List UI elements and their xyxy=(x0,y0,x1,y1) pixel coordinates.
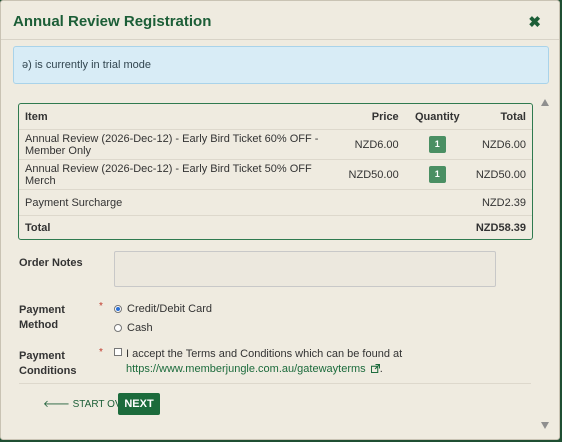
payment-option-label: Cash xyxy=(127,322,153,334)
trial-mode-alert: ə) is currently in trial mode xyxy=(13,46,549,84)
item-price: NZD50.00 xyxy=(335,159,405,190)
footer-divider xyxy=(19,383,531,384)
order-notes-row: Order Notes xyxy=(19,251,537,291)
item-name: Annual Review (2026-Dec-12) - Early Bird… xyxy=(19,159,336,190)
surcharge-label: Payment Surcharge xyxy=(19,189,336,216)
terms-text: I accept the Terms and Conditions which … xyxy=(126,348,403,375)
payment-option-card[interactable]: Credit/Debit Card xyxy=(114,303,212,315)
column-header-total: Total xyxy=(500,110,526,123)
modal-body: Item Price Quantity Total Annual Review … xyxy=(13,93,537,433)
table-header-row: Item Price Quantity Total xyxy=(19,104,532,130)
registration-modal: Annual Review Registration ✖ ə) is curre… xyxy=(0,0,560,440)
item-total: NZD6.00 xyxy=(469,129,532,160)
payment-conditions-row: Payment Conditions * I accept the Terms … xyxy=(19,347,537,381)
table-row: Annual Review (2026-Dec-12) - Early Bird… xyxy=(19,129,532,160)
quantity-badge: 1 xyxy=(428,136,446,153)
total-row: Total NZD58.39 xyxy=(19,215,532,239)
item-total: NZD50.00 xyxy=(469,159,532,190)
item-price: NZD6.00 xyxy=(335,129,405,160)
payment-option-label: Credit/Debit Card xyxy=(127,303,212,315)
radio-unselected-icon[interactable] xyxy=(114,324,122,332)
modal-title: Annual Review Registration xyxy=(13,13,212,30)
payment-option-cash[interactable]: Cash xyxy=(114,322,153,334)
vertical-scrollbar[interactable] xyxy=(541,97,551,431)
order-notes-label: Order Notes xyxy=(19,257,83,269)
order-notes-textarea[interactable] xyxy=(114,251,496,287)
total-value: NZD58.39 xyxy=(469,215,532,239)
required-marker: * xyxy=(99,347,103,358)
table-row: Annual Review (2026-Dec-12) - Early Bird… xyxy=(19,159,532,190)
item-name: Annual Review (2026-Dec-12) - Early Bird… xyxy=(19,129,336,160)
radio-selected-icon[interactable] xyxy=(114,305,122,313)
payment-method-row: Payment Method * Credit/Debit Card Cash xyxy=(19,301,537,345)
column-header-quantity: Quantity xyxy=(414,110,460,123)
external-link-icon[interactable] xyxy=(370,364,380,373)
column-header-price: Price xyxy=(371,110,399,123)
header-divider xyxy=(1,39,559,40)
order-summary-table: Item Price Quantity Total Annual Review … xyxy=(18,103,533,240)
terms-link[interactable]: https://www.memberjungle.com.au/gatewayt… xyxy=(126,363,366,375)
close-icon[interactable]: ✖ xyxy=(528,13,541,31)
required-marker: * xyxy=(99,301,103,312)
surcharge-row: Payment Surcharge NZD2.39 xyxy=(19,189,532,216)
surcharge-value: NZD2.39 xyxy=(469,189,532,216)
scroll-up-arrow-icon[interactable] xyxy=(541,99,549,106)
arrow-left-icon: 🡐 xyxy=(43,399,70,410)
next-button[interactable]: NEXT xyxy=(118,393,160,415)
column-header-item: Item xyxy=(25,110,48,123)
total-label: Total xyxy=(19,215,336,239)
scroll-down-arrow-icon[interactable] xyxy=(541,422,549,429)
payment-method-label: Payment Method xyxy=(19,304,65,331)
quantity-badge: 1 xyxy=(428,166,446,183)
payment-conditions-label: Payment Conditions xyxy=(19,350,77,377)
terms-checkbox[interactable] xyxy=(114,348,122,356)
